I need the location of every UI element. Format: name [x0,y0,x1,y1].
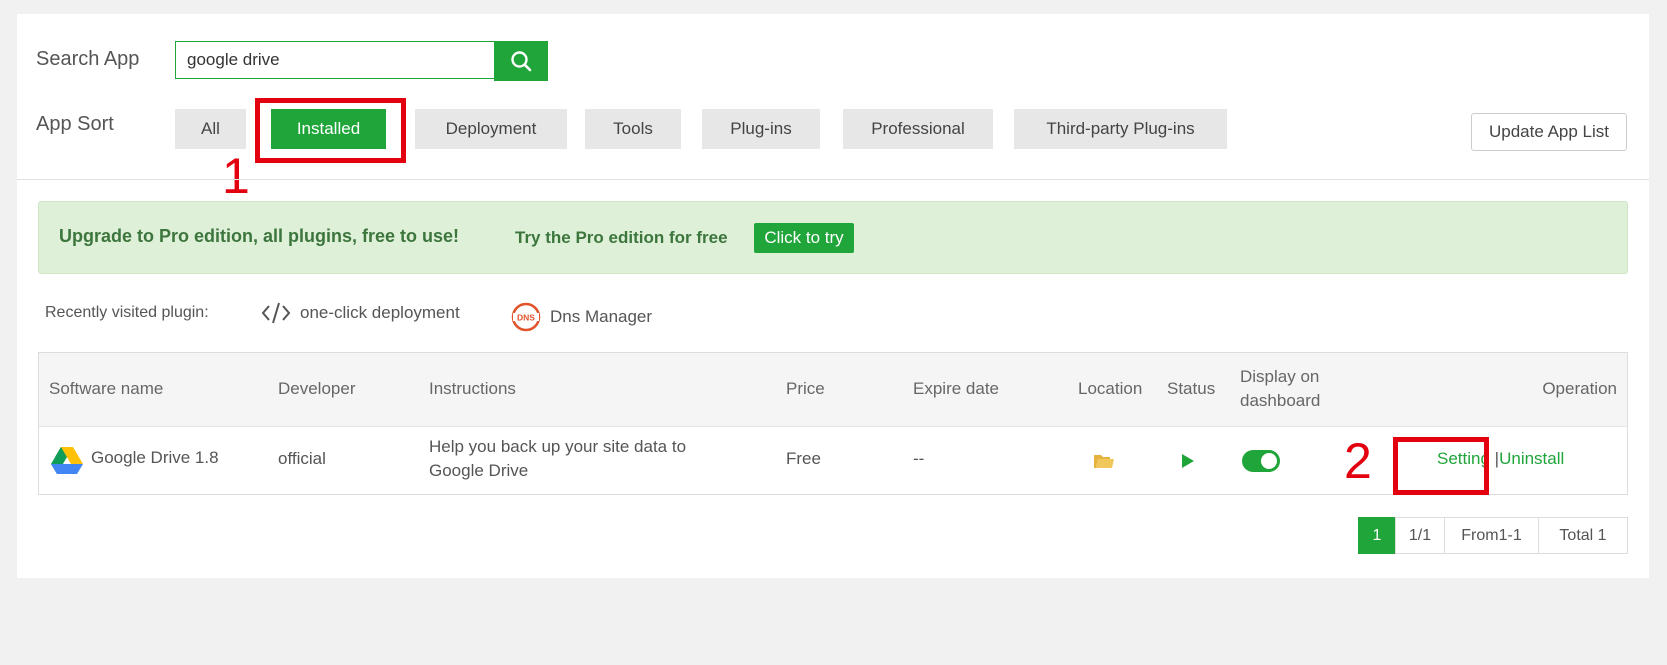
instructions-line1: Help you back up your site data to [429,437,687,456]
svg-text:DNS: DNS [517,313,535,323]
search-label: Search App [36,48,140,70]
table-row: Google Drive 1.8 official Help you back … [39,426,1627,494]
header-display-line2: dashboard [1240,391,1321,410]
sort-third-party-tab[interactable]: Third-party Plug-ins [1014,109,1227,149]
page-count: 1/1 [1395,517,1445,554]
google-drive-icon [51,447,83,474]
search-input[interactable] [175,41,495,79]
header-status: Status [1167,379,1216,398]
search-button[interactable] [494,41,548,81]
table-header: Software name Developer Instructions Pri… [39,353,1627,427]
header-expire-date: Expire date [913,379,999,398]
toggle-knob [1261,453,1277,469]
update-app-list-button[interactable]: Update App List [1471,113,1627,151]
recent-plugin-dns-manager[interactable]: DNS Dns Manager [510,301,652,333]
header-developer: Developer [278,379,356,398]
header-display-line1: Display on [1240,367,1320,386]
sort-professional-tab[interactable]: Professional [843,109,993,149]
highlight-box-setting [1393,437,1489,495]
price-value: Free [786,449,821,468]
recent-plugin-one-click-deployment[interactable]: one-click deployment [260,301,460,325]
search-icon [511,51,532,72]
header-location: Location [1078,379,1143,398]
promo-banner: Upgrade to Pro edition, all plugins, fre… [38,201,1628,274]
software-name: Google Drive 1.8 [91,448,219,467]
display-toggle[interactable] [1242,450,1280,472]
page-total: Total 1 [1538,517,1628,554]
sort-all-tab[interactable]: All [175,109,246,149]
sort-deployment-tab[interactable]: Deployment [415,109,567,149]
developer-value: official [278,449,326,468]
highlight-box-installed [255,98,406,163]
code-icon [261,302,291,324]
promo-subtext: Try the Pro edition for free [515,228,728,247]
sort-plugins-tab[interactable]: Plug-ins [702,109,820,149]
section-divider [17,179,1649,180]
promo-headline: Upgrade to Pro edition, all plugins, fre… [59,226,460,246]
click-to-try-button[interactable]: Click to try [754,223,854,253]
recent-plugins-label: Recently visited plugin: [45,304,209,321]
software-table: Software name Developer Instructions Pri… [38,352,1628,495]
header-software-name: Software name [49,379,164,398]
sort-tools-tab[interactable]: Tools [585,109,681,149]
instructions-line2: Google Drive [429,461,529,480]
main-panel: Search App App Sort All Installed Deploy… [17,14,1649,578]
uninstall-link[interactable]: Uninstall [1499,449,1564,468]
folder-icon[interactable] [1093,452,1115,470]
header-instructions: Instructions [429,379,516,398]
header-operation: Operation [1542,379,1617,398]
annotation-number-2: 2 [1344,433,1372,489]
page-range: From1-1 [1444,517,1539,554]
header-price: Price [786,379,825,398]
play-icon[interactable] [1180,453,1196,469]
page-current-button[interactable]: 1 [1358,517,1396,554]
annotation-number-1: 1 [222,148,250,204]
app-sort-label: App Sort [36,113,114,135]
dns-icon: DNS [511,302,541,332]
recent-plugin-label: Dns Manager [550,307,653,326]
recent-plugin-label: one-click deployment [300,303,460,322]
expire-date-value: -- [913,449,925,468]
